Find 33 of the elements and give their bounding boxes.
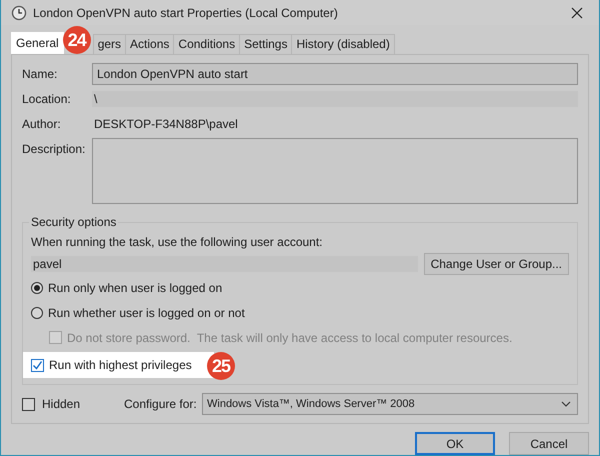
tab[interactable]: gers	[92, 34, 126, 54]
step-badge: 24	[62, 26, 91, 54]
clock-icon	[11, 4, 27, 20]
field-label: Configure for:	[124, 397, 198, 411]
step-badge: 25	[207, 352, 235, 380]
option-label[interactable]: Run only when user is logged on	[48, 280, 222, 294]
option-label[interactable]: Run with highest privileges	[49, 358, 192, 372]
checkbox[interactable]	[31, 358, 44, 372]
radio-button[interactable]	[31, 306, 43, 318]
option-label[interactable]: Run whether user is logged on or not	[48, 306, 245, 320]
configure-dropdown[interactable]: Windows Vista™, Windows Server™ 2008	[202, 393, 578, 415]
name-field[interactable]: London OpenVPN auto start	[92, 62, 578, 84]
account-field: pavel	[31, 256, 418, 272]
field-label: Name:	[22, 66, 58, 80]
dialog-button[interactable]: OK	[415, 432, 495, 455]
group-title: Security options	[29, 215, 118, 229]
description-field[interactable]	[92, 138, 578, 204]
window-title: London OpenVPN auto start Properties (Local Computer)	[33, 6, 339, 20]
account-prompt: When running the task, use the following user account:	[31, 235, 324, 249]
tab[interactable]: History (disabled)	[291, 34, 395, 54]
tab[interactable]: General	[11, 32, 64, 54]
change-user-button[interactable]: Change User or Group...	[424, 253, 569, 275]
option-label[interactable]: Hidden	[42, 397, 124, 411]
dialog-button[interactable]: Cancel	[509, 432, 589, 455]
checkbox[interactable]	[22, 398, 35, 410]
chevron-down-icon	[561, 401, 571, 407]
close-icon[interactable]	[571, 6, 583, 18]
location-field: \	[92, 90, 578, 106]
field-label: Description:	[22, 142, 86, 156]
field-label: Author:	[22, 116, 62, 130]
field-label: Location:	[22, 92, 72, 106]
radio-button[interactable]	[31, 282, 43, 294]
author-value: DESKTOP-F34N88P\pavel	[93, 116, 239, 130]
